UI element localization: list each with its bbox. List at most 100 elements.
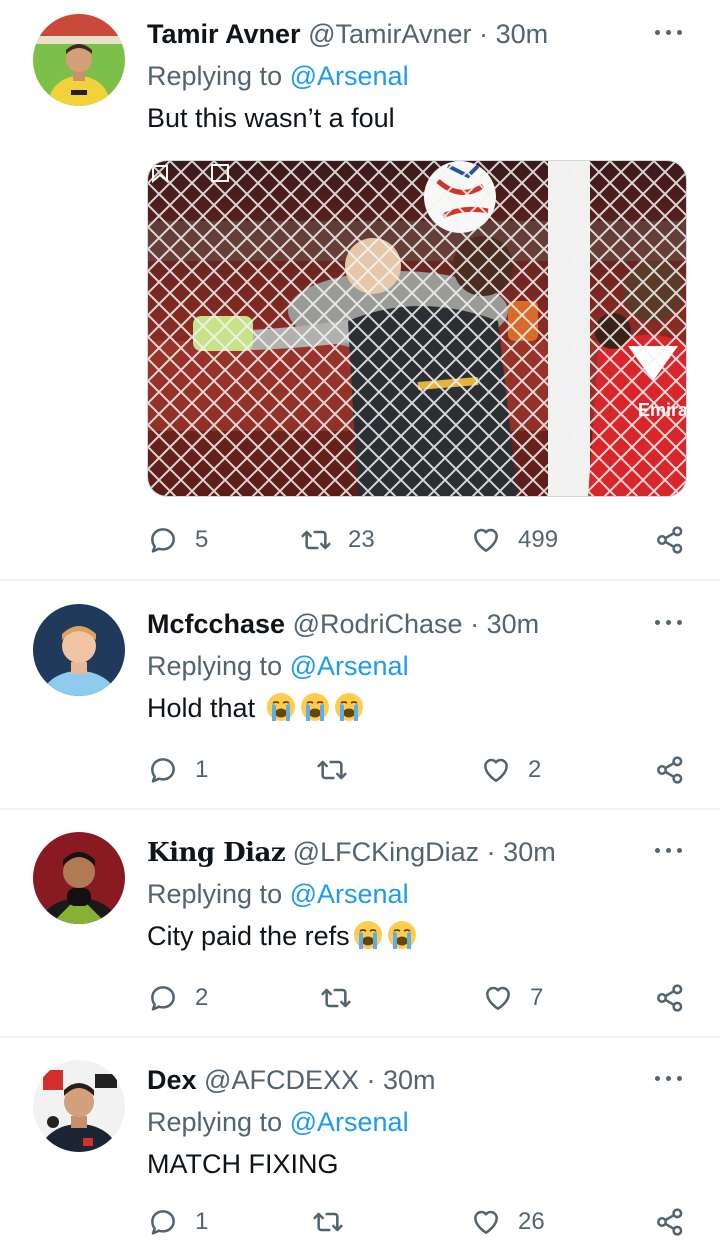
retweet-icon xyxy=(317,760,347,780)
reply-icon xyxy=(151,1210,175,1235)
share-icon xyxy=(657,756,683,784)
retweet-button[interactable] xyxy=(316,750,364,790)
reply-icon xyxy=(151,528,175,553)
user-handle[interactable]: @AFCDEXX xyxy=(204,1065,359,1095)
tweet-3[interactable]: King Diaz @LFCKingDiaz · 30m Replying to… xyxy=(0,818,720,1036)
reply-icon xyxy=(151,986,175,1011)
tweet-4[interactable]: Dex @AFCDEXX · 30m Replying to @Arsenal … xyxy=(0,1046,720,1236)
tweet-actions: 1 26 xyxy=(0,1202,720,1242)
display-name[interactable]: Mcfcchase xyxy=(147,609,285,639)
heart-icon xyxy=(474,1210,498,1234)
more-dots-icon[interactable] xyxy=(654,22,686,42)
user-handle[interactable]: @LFCKingDiaz xyxy=(293,837,479,867)
like-count: 2 xyxy=(528,756,542,783)
heart-icon xyxy=(474,528,498,552)
tweet-text: Hold that xyxy=(147,691,365,725)
heart-icon xyxy=(486,986,510,1010)
replying-prefix: Replying to xyxy=(147,1107,283,1137)
avatar[interactable] xyxy=(33,1060,125,1152)
reply-icon xyxy=(151,758,175,783)
divider xyxy=(0,808,720,810)
share-button[interactable] xyxy=(654,750,686,790)
retweet-icon xyxy=(321,988,351,1008)
share-button[interactable] xyxy=(654,978,686,1018)
tweet-actions: 2 7 xyxy=(0,978,720,1018)
tweet-actions: 1 2 xyxy=(0,750,720,790)
share-button[interactable] xyxy=(654,1202,686,1242)
timestamp[interactable]: 30m xyxy=(503,837,556,867)
tweet-text: But this wasn’t a foul xyxy=(147,103,395,133)
timestamp[interactable]: 30m xyxy=(383,1065,436,1095)
avatar[interactable] xyxy=(33,832,125,924)
display-name[interactable]: Tamir Avner xyxy=(147,19,301,49)
separator-dot: · xyxy=(486,837,496,867)
replying-to: Replying to @Arsenal xyxy=(147,59,409,93)
mention-link[interactable]: @Arsenal xyxy=(290,1107,409,1137)
like-button[interactable]: 499 xyxy=(470,520,558,560)
like-button[interactable]: 26 xyxy=(470,1202,545,1242)
divider xyxy=(0,579,720,581)
reply-button[interactable]: 5 xyxy=(147,520,208,560)
mention-link[interactable]: @Arsenal xyxy=(290,651,409,681)
tweet-actions: 5 23 499 xyxy=(0,520,720,560)
avatar[interactable] xyxy=(33,14,125,106)
tweet-2[interactable]: Mcfcchase @RodriChase · 30m Replying to … xyxy=(0,590,720,808)
separator-dot: · xyxy=(366,1065,376,1095)
reply-button[interactable]: 1 xyxy=(147,750,208,790)
separator-dot: · xyxy=(470,609,480,639)
like-button[interactable]: 7 xyxy=(482,978,543,1018)
more-dots-icon[interactable] xyxy=(654,612,686,632)
share-button[interactable] xyxy=(654,520,686,560)
replying-to: Replying to @Arsenal xyxy=(147,1105,409,1139)
like-count: 26 xyxy=(518,1208,545,1235)
tweet-text-content: Hold that xyxy=(147,693,256,723)
timestamp[interactable]: 30m xyxy=(496,19,549,49)
mention-link[interactable]: @Arsenal xyxy=(290,61,409,91)
timestamp[interactable]: 30m xyxy=(487,609,540,639)
loudly-crying-face-emoji xyxy=(352,919,384,951)
like-button[interactable]: 2 xyxy=(480,750,541,790)
more-dots-icon[interactable] xyxy=(654,840,686,860)
tweet-header: Dex @AFCDEXX · 30m xyxy=(147,1063,436,1097)
loudly-crying-face-emoji xyxy=(333,691,365,723)
more-dots-icon[interactable] xyxy=(654,1068,686,1088)
retweet-icon xyxy=(313,1212,343,1232)
avatar[interactable] xyxy=(33,604,125,696)
tweet-media-photo[interactable]: Emira xyxy=(147,160,687,497)
share-icon xyxy=(657,1208,683,1236)
tweet-text-content: City paid the refs xyxy=(147,921,350,951)
user-handle[interactable]: @TamirAvner xyxy=(308,19,471,49)
loudly-crying-face-emoji-group xyxy=(263,693,365,723)
tweet-header: Mcfcchase @RodriChase · 30m xyxy=(147,607,539,641)
retweet-button[interactable] xyxy=(312,1202,360,1242)
reply-button[interactable]: 2 xyxy=(147,978,208,1018)
reply-count: 1 xyxy=(195,756,209,783)
like-count: 499 xyxy=(518,526,559,553)
tweet-header: King Diaz @LFCKingDiaz · 30m xyxy=(147,835,556,870)
mention-link[interactable]: @Arsenal xyxy=(290,879,409,909)
retweet-count: 23 xyxy=(348,526,375,553)
replying-prefix: Replying to xyxy=(147,651,283,681)
replying-prefix: Replying to xyxy=(147,61,283,91)
share-icon xyxy=(657,984,683,1012)
reply-count: 1 xyxy=(195,1208,209,1235)
replying-to: Replying to @Arsenal xyxy=(147,649,409,683)
user-handle[interactable]: @RodriChase xyxy=(293,609,463,639)
divider xyxy=(0,1036,720,1038)
tweet-text: City paid the refs xyxy=(147,919,418,953)
share-icon xyxy=(657,526,683,554)
replying-to: Replying to @Arsenal xyxy=(147,877,409,911)
display-name[interactable]: King Diaz xyxy=(147,838,286,868)
tweet-text: MATCH FIXING xyxy=(147,1149,339,1179)
display-name[interactable]: Dex xyxy=(147,1065,197,1095)
heart-icon xyxy=(484,758,508,782)
reply-button[interactable]: 1 xyxy=(147,1202,208,1242)
loudly-crying-face-emoji-group xyxy=(350,921,418,951)
loudly-crying-face-emoji xyxy=(386,919,418,951)
tweet-header: Tamir Avner @TamirAvner · 30m xyxy=(147,17,548,51)
retweet-button[interactable]: 23 xyxy=(300,520,375,560)
reply-count: 5 xyxy=(195,526,209,553)
loudly-crying-face-emoji xyxy=(299,691,331,723)
tweet-1[interactable]: Tamir Avner @TamirAvner · 30m Replying t… xyxy=(0,0,720,580)
retweet-button[interactable] xyxy=(320,978,368,1018)
